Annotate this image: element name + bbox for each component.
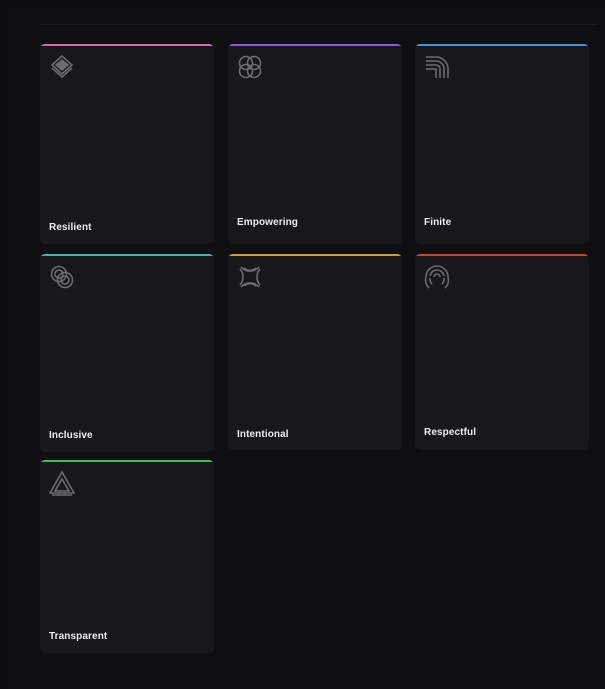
card-label: Inclusive <box>49 430 93 441</box>
card-intentional[interactable]: Intentional <box>228 254 402 450</box>
concentric-arcs-icon <box>424 54 450 80</box>
card-label: Transparent <box>49 631 108 642</box>
card-accent <box>415 44 589 46</box>
principles-panel: Resilient Empowering Finite Inclusive In… <box>8 8 605 689</box>
page: Resilient Empowering Finite Inclusive In… <box>8 8 605 689</box>
card-label: Intentional <box>237 429 289 440</box>
top-divider <box>40 24 598 25</box>
layered-diamond-icon <box>49 54 75 80</box>
card-label: Finite <box>424 217 452 228</box>
card-respectful[interactable]: Respectful <box>415 254 589 450</box>
card-accent <box>415 254 589 256</box>
card-accent <box>40 460 214 462</box>
card-accent <box>40 254 214 256</box>
card-label: Resilient <box>49 222 92 233</box>
linked-circles-icon <box>49 264 75 290</box>
converging-arcs-icon <box>237 264 263 290</box>
card-label: Empowering <box>237 217 299 228</box>
card-empowering[interactable]: Empowering <box>228 44 402 244</box>
interlocking-rings-icon <box>237 54 263 80</box>
card-transparent[interactable]: Transparent <box>40 460 214 653</box>
card-finite[interactable]: Finite <box>415 44 589 244</box>
card-accent <box>228 254 402 256</box>
card-accent <box>40 44 214 46</box>
card-accent <box>228 44 402 46</box>
card-label: Respectful <box>424 427 477 438</box>
card-resilient[interactable]: Resilient <box>40 44 214 244</box>
fan-arcs-icon <box>424 264 450 290</box>
card-inclusive[interactable]: Inclusive <box>40 254 214 452</box>
nested-triangle-icon <box>49 470 75 496</box>
